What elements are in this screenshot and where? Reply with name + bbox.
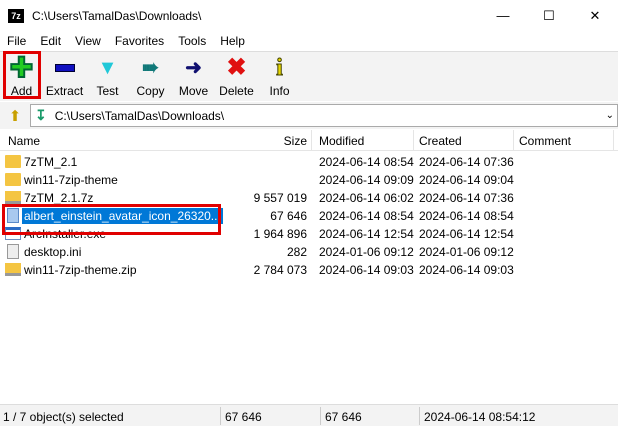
folder-icon: [5, 155, 21, 168]
info-button[interactable]: i Info: [258, 52, 301, 100]
file-name: win11-7zip-theme: [24, 173, 118, 187]
file-list: Name Size Modified Created Comment 7zTM_…: [0, 130, 618, 402]
close-button[interactable]: ✕: [572, 0, 618, 31]
minimize-button[interactable]: —: [480, 0, 526, 31]
menu-tools[interactable]: Tools: [171, 34, 213, 48]
delete-button[interactable]: ✖ Delete: [215, 52, 258, 100]
copy-button[interactable]: ➠ Copy: [129, 52, 172, 100]
file-created: 2024-06-14 07:36: [419, 191, 514, 205]
status-modified: 2024-06-14 08:54:12: [424, 410, 536, 424]
address-input[interactable]: ↧ C:\Users\TamalDas\Downloads\ ⌄: [30, 104, 618, 127]
file-name: 7zTM_2.1.7z: [24, 191, 94, 205]
file-row[interactable]: win11-7zip-theme 2024-06-14 09:09 2024-06-…: [0, 171, 618, 189]
column-name[interactable]: Name: [8, 134, 40, 148]
extract-label: Extract: [45, 84, 84, 98]
file-modified: 2024-01-06 09:12: [319, 245, 414, 259]
file-size: 2 784 073: [253, 263, 307, 277]
file-modified: 2024-06-14 08:54: [319, 209, 414, 223]
file-modified: 2024-06-14 09:03: [319, 263, 414, 277]
test-button[interactable]: ▼ Test: [86, 52, 129, 100]
file-modified: 2024-06-14 12:54: [319, 227, 414, 241]
file-name: desktop.ini: [24, 245, 82, 259]
file-modified: 2024-06-14 08:54: [319, 155, 414, 169]
file-created: 2024-01-06 09:12: [419, 245, 514, 259]
move-label: Move: [178, 84, 209, 98]
file-name: win11-7zip-theme.zip: [24, 263, 137, 277]
move-button[interactable]: ➜ Move: [172, 52, 215, 100]
file-size: 282: [286, 245, 307, 259]
menu-help[interactable]: Help: [213, 34, 252, 48]
file-name: 7zTM_2.1: [24, 155, 78, 169]
settings-file-icon: [7, 244, 19, 259]
status-selection: 1 / 7 object(s) selected: [3, 410, 124, 424]
extract-button[interactable]: Extract: [43, 52, 86, 100]
column-size[interactable]: Size: [284, 134, 307, 148]
file-created: 2024-06-14 12:54: [419, 227, 514, 241]
list-header: Name Size Modified Created Comment: [0, 130, 618, 151]
file-modified: 2024-06-14 06:02: [319, 191, 414, 205]
address-bar: ⬆ ↧ C:\Users\TamalDas\Downloads\ ⌄: [0, 102, 618, 129]
copy-label: Copy: [136, 84, 165, 98]
title-bar: 7z C:\Users\TamalDas\Downloads\ — ☐ ✕: [0, 0, 618, 31]
folder-icon: [5, 173, 21, 186]
file-created: 2024-06-14 09:04: [419, 173, 514, 187]
status-size: 67 646: [225, 410, 262, 424]
file-created: 2024-06-14 09:03: [419, 263, 514, 277]
menu-bar: File Edit View Favorites Tools Help: [0, 31, 618, 51]
file-modified: 2024-06-14 09:09: [319, 173, 414, 187]
highlight-selected-file: [2, 204, 221, 235]
column-created[interactable]: Created: [419, 134, 462, 148]
chevron-down-icon[interactable]: ⌄: [606, 110, 614, 121]
file-size: 1 964 896: [253, 227, 307, 241]
file-created: 2024-06-14 08:54: [419, 209, 514, 223]
menu-file[interactable]: File: [0, 34, 33, 48]
download-icon: ↧: [35, 107, 47, 123]
toolbar: ✚ Add Extract ▼ Test ➠ Copy ➜ Move ✖ Delete i…: [0, 51, 618, 101]
check-icon: ▼: [97, 57, 118, 79]
highlight-add: [3, 51, 41, 99]
file-row[interactable]: desktop.ini 282 2024-01-06 09:12 2024-01-06…: [0, 243, 618, 261]
address-path: C:\Users\TamalDas\Downloads\: [54, 108, 225, 123]
info-label: Info: [269, 84, 290, 98]
window-title: C:\Users\TamalDas\Downloads\: [32, 8, 202, 23]
test-label: Test: [96, 84, 119, 98]
delete-x-icon: ✖: [226, 54, 247, 81]
status-bar: 1 / 7 object(s) selected 67 646 67 646 2…: [0, 404, 618, 426]
menu-edit[interactable]: Edit: [33, 34, 68, 48]
move-arrow-icon: ➜: [185, 57, 202, 79]
column-comment[interactable]: Comment: [519, 134, 571, 148]
file-size: 9 557 019: [253, 191, 307, 205]
copy-arrow-icon: ➠: [142, 57, 159, 79]
minus-icon: [54, 56, 75, 80]
file-size: 67 646: [270, 209, 307, 223]
maximize-button[interactable]: ☐: [526, 0, 572, 31]
column-modified[interactable]: Modified: [319, 134, 364, 148]
file-row[interactable]: 7zTM_2.1 2024-06-14 08:54 2024-06-14 07:36: [0, 153, 618, 171]
file-row[interactable]: win11-7zip-theme.zip 2 784 073 2024-06-14 …: [0, 261, 618, 279]
folder-up-icon[interactable]: ⬆: [0, 107, 30, 125]
delete-label: Delete: [219, 84, 254, 98]
archive-icon: [5, 191, 21, 204]
info-icon: i: [276, 55, 284, 81]
status-packed-size: 67 646: [325, 410, 362, 424]
archive-icon: [5, 263, 21, 276]
menu-view[interactable]: View: [68, 34, 108, 48]
file-created: 2024-06-14 07:36: [419, 155, 514, 169]
menu-favorites[interactable]: Favorites: [108, 34, 171, 48]
7zip-app-icon: 7z: [8, 8, 24, 23]
